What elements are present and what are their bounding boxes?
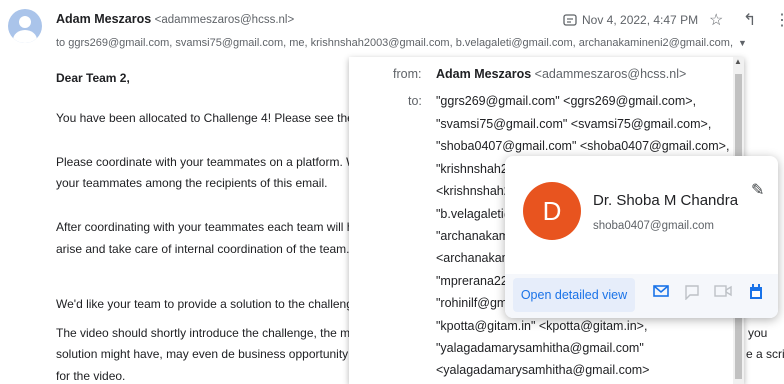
edit-contact-pencil-icon[interactable]: ✎ bbox=[751, 180, 764, 200]
recipient-line-13: <yalagadamarysamhitha@gmail.com> bbox=[436, 363, 650, 377]
from-label: from: bbox=[393, 67, 422, 81]
paragraph-1: You have been allocated to Challenge 4! … bbox=[56, 111, 390, 125]
sender-email: <adammeszaros@hcss.nl> bbox=[154, 14, 295, 26]
recipient-line-2: "svamsi75@gmail.com" <svamsi75@gmail.com… bbox=[436, 117, 712, 131]
avatar-head-shape bbox=[19, 16, 31, 28]
video-call-icon[interactable] bbox=[714, 284, 732, 298]
contact-card-actions: Open detailed view bbox=[505, 274, 778, 318]
scroll-up-arrow-icon[interactable]: ▲ bbox=[734, 57, 742, 66]
more-options-icon[interactable]: ⋮ bbox=[774, 10, 784, 30]
paragraph-2-line-1: Please coordinate with your teammates on… bbox=[56, 155, 391, 169]
paragraph-3-line-1: After coordinating with your teammates e… bbox=[56, 220, 387, 234]
recipient-line-3-rest: " <shoba0407@gmail.com>, bbox=[571, 139, 730, 153]
sender-name[interactable]: Adam Meszaros bbox=[56, 12, 151, 26]
paragraph-3-line-2: arise and take care of internal coordina… bbox=[56, 242, 350, 256]
label-icon bbox=[563, 13, 577, 31]
recipients-text: to ggrs269@gmail.com, svamsi75@gmail.com… bbox=[56, 37, 736, 49]
paragraph-2-line-2: your teammates among the recipients of t… bbox=[56, 176, 328, 190]
avatar-body-shape bbox=[13, 30, 37, 43]
paragraph-5-line-3: for the video. bbox=[56, 369, 126, 383]
greeting: Dear Team 2, bbox=[56, 71, 130, 85]
recipient-line-8: <archanakam bbox=[436, 251, 513, 265]
text-fragment-script: e a script bbox=[746, 347, 784, 361]
to-label: to: bbox=[408, 94, 422, 108]
contact-hover-card: D Dr. Shoba M Chandra shoba0407@gmail.co… bbox=[505, 156, 778, 318]
open-detailed-view-button[interactable]: Open detailed view bbox=[513, 278, 635, 312]
recipient-line-10: "rohinilf@gma bbox=[436, 296, 515, 310]
contact-avatar: D bbox=[523, 182, 581, 240]
sender-avatar[interactable] bbox=[8, 9, 42, 43]
calendar-icon[interactable] bbox=[749, 284, 765, 299]
recipient-line-1: "ggrs269@gmail.com" <ggrs269@gmail.com>, bbox=[436, 94, 697, 108]
from-name[interactable]: Adam Meszaros bbox=[436, 67, 531, 81]
recipient-line-4: "krishnshah20 bbox=[436, 162, 515, 176]
from-email: <adammeszaros@hcss.nl> bbox=[534, 67, 687, 81]
contact-name: Dr. Shoba M Chandra bbox=[593, 192, 739, 209]
recipient-line-12: "yalagadamarysamhitha@gmail.com" bbox=[436, 341, 644, 355]
recipient-line-7: "archanakami bbox=[436, 229, 513, 243]
contact-email: shoba0407@gmail.com bbox=[593, 220, 714, 232]
message-date: Nov 4, 2022, 4:47 PM bbox=[582, 13, 699, 27]
star-icon[interactable]: ☆ bbox=[709, 10, 723, 30]
reply-icon[interactable]: ↰ bbox=[743, 10, 756, 30]
selected-email-text[interactable]: shoba0407@gmail.com bbox=[440, 139, 572, 153]
paragraph-4: We'd like your team to provide a solutio… bbox=[56, 297, 392, 311]
from-value: Adam Meszaros <adammeszaros@hcss.nl> bbox=[436, 67, 686, 81]
sender-line: Adam Meszaros <adammeszaros@hcss.nl> bbox=[56, 12, 294, 26]
paragraph-5-line-1: The video should shortly introduce the c… bbox=[56, 326, 387, 340]
email-icon[interactable] bbox=[653, 284, 669, 298]
show-details-dropdown-icon[interactable]: ▼ bbox=[738, 38, 747, 48]
recipient-line-11: "kpotta@gitam.in" <kpotta@gitam.in>, bbox=[436, 319, 648, 333]
chat-icon[interactable] bbox=[684, 284, 700, 301]
text-fragment-you: you bbox=[748, 326, 768, 340]
recipients-line: to ggrs269@gmail.com, svamsi75@gmail.com… bbox=[56, 37, 736, 49]
recipient-line-3: "shoba0407@gmail.com" <shoba0407@gmail.c… bbox=[436, 139, 729, 153]
paragraph-5-line-2: solution might have, may even de busines… bbox=[56, 347, 388, 361]
recipient-line-9: "mprerana22 bbox=[436, 274, 508, 288]
